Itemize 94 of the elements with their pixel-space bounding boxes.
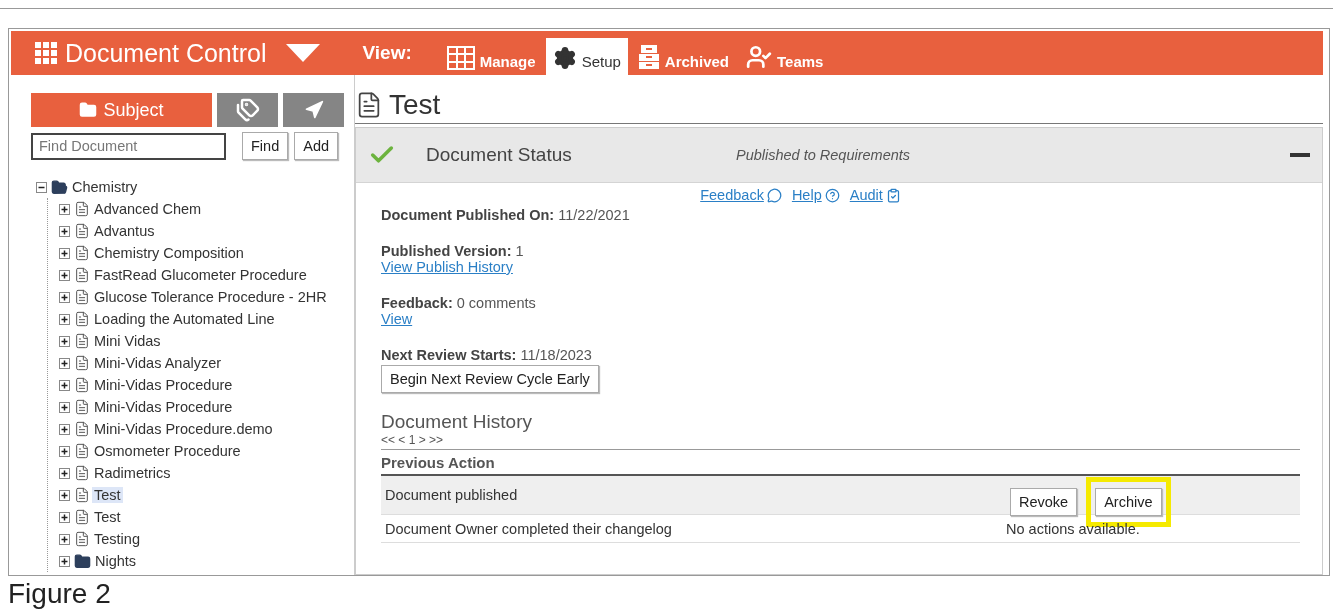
document-icon <box>74 377 90 393</box>
folder-icon <box>79 101 98 119</box>
tree-item[interactable]: Glucose Tolerance Procedure - 2HR <box>92 289 329 305</box>
link[interactable]: View Publish History <box>381 259 513 275</box>
expand-icon[interactable] <box>59 401 70 413</box>
expand-icon[interactable] <box>59 511 70 523</box>
field-text: Next Review Starts: 11/18/2023 <box>381 347 592 363</box>
comment-icon <box>766 187 782 203</box>
expand-icon[interactable] <box>59 489 70 501</box>
app-title: Document Control <box>65 38 267 68</box>
document-icon <box>74 443 90 459</box>
collapse-icon[interactable] <box>36 181 47 193</box>
tree-item[interactable]: Testing <box>92 531 142 547</box>
field-text: Document Published On: 11/22/2021 <box>381 207 630 223</box>
table-icon <box>446 46 475 70</box>
tags-tab[interactable] <box>217 93 278 127</box>
pager[interactable]: << < 1 > >> <box>381 433 1300 450</box>
tree-item[interactable]: Osmometer Procedure <box>92 443 243 459</box>
status-title: Document Status <box>426 144 573 166</box>
help-icon <box>824 187 840 203</box>
document-icon <box>74 333 90 349</box>
document-icon <box>74 289 90 305</box>
document-icon <box>74 311 90 327</box>
view-label: View: <box>362 42 412 64</box>
action-button[interactable]: Archive <box>1095 487 1162 516</box>
expand-icon[interactable] <box>59 379 70 391</box>
tree-item[interactable]: Test <box>92 487 123 503</box>
navigation-icon <box>303 100 324 120</box>
folder-icon <box>51 178 68 196</box>
link[interactable]: Audit <box>849 187 901 203</box>
expand-icon[interactable] <box>59 203 70 215</box>
expand-icon[interactable] <box>59 533 70 545</box>
tree-item[interactable]: Mini Vidas <box>92 333 163 349</box>
tree-item[interactable]: Mini-Vidas Procedure <box>92 399 235 415</box>
expand-icon[interactable] <box>59 467 70 479</box>
tree-item[interactable]: Radimetrics <box>92 465 173 481</box>
add-button[interactable]: Add <box>294 132 339 160</box>
tree-item[interactable]: Test <box>92 509 123 525</box>
link[interactable]: Feedback <box>700 187 782 203</box>
tags-icon <box>235 98 260 122</box>
grid-icon <box>35 42 57 64</box>
document-icon <box>74 245 90 261</box>
document-icon <box>74 355 90 371</box>
section-title: Document History <box>381 411 533 433</box>
expand-icon[interactable] <box>59 445 70 457</box>
dropdown-caret-icon[interactable] <box>286 44 321 62</box>
link[interactable]: Help <box>791 187 840 203</box>
gear-icon <box>552 46 577 70</box>
action-button[interactable]: Revoke <box>1010 487 1078 516</box>
field-text: Published Version: 1 <box>381 243 524 259</box>
expand-icon[interactable] <box>59 423 70 435</box>
find-document-field[interactable]: Find Document <box>31 132 226 160</box>
document-title: Test <box>389 89 441 121</box>
expand-icon[interactable] <box>59 313 70 325</box>
link[interactable]: View <box>381 311 413 327</box>
status-summary: Published to Requirements <box>736 147 912 163</box>
tree-item[interactable]: Nights <box>93 553 139 569</box>
document-icon <box>74 267 90 283</box>
document-icon <box>74 223 90 239</box>
tree-item[interactable]: FastRead Glucometer Procedure <box>92 267 309 283</box>
expand-icon[interactable] <box>59 357 70 369</box>
expand-icon[interactable] <box>59 269 70 281</box>
document-icon <box>74 421 90 437</box>
tree-item[interactable]: Advanced Chem <box>92 201 204 217</box>
expand-icon[interactable] <box>59 555 70 567</box>
document-icon <box>74 487 90 503</box>
expand-icon[interactable] <box>59 335 70 347</box>
tree-item[interactable]: Loading the Automated Line <box>92 311 277 327</box>
document-icon <box>74 509 90 525</box>
tree-item[interactable]: Chemistry <box>70 179 140 195</box>
table-cell-text: Document published <box>385 487 519 503</box>
expand-icon[interactable] <box>59 225 70 237</box>
find-button[interactable]: Find <box>242 132 289 160</box>
figure-caption: Figure 2 <box>8 578 112 610</box>
tree-item[interactable]: Advantus <box>92 223 157 239</box>
tree-item[interactable]: Mini-Vidas Procedure.demo <box>92 421 275 437</box>
clipboard-check-icon <box>885 187 901 203</box>
user-check-icon <box>746 44 773 70</box>
field-text: Feedback: 0 comments <box>381 295 536 311</box>
table-cell-text: Document Owner completed their changelog <box>385 520 673 537</box>
tree-item[interactable]: Mini-Vidas Procedure <box>92 377 235 393</box>
begin-review-button[interactable]: Begin Next Review Cycle Early <box>381 365 599 393</box>
navigation-tab[interactable] <box>283 93 344 127</box>
tree-item[interactable]: Chemistry Composition <box>92 245 246 261</box>
document-icon <box>74 465 90 481</box>
document-icon <box>74 201 90 217</box>
tree-item[interactable]: Mini-Vidas Analyzer <box>92 355 224 371</box>
document-icon <box>74 531 90 547</box>
expand-icon[interactable] <box>59 247 70 259</box>
cabinet-icon <box>637 44 660 70</box>
folder-icon <box>74 552 91 570</box>
view-tab[interactable]: Setup <box>545 38 628 75</box>
document-icon <box>74 399 90 415</box>
expand-icon[interactable] <box>59 291 70 303</box>
